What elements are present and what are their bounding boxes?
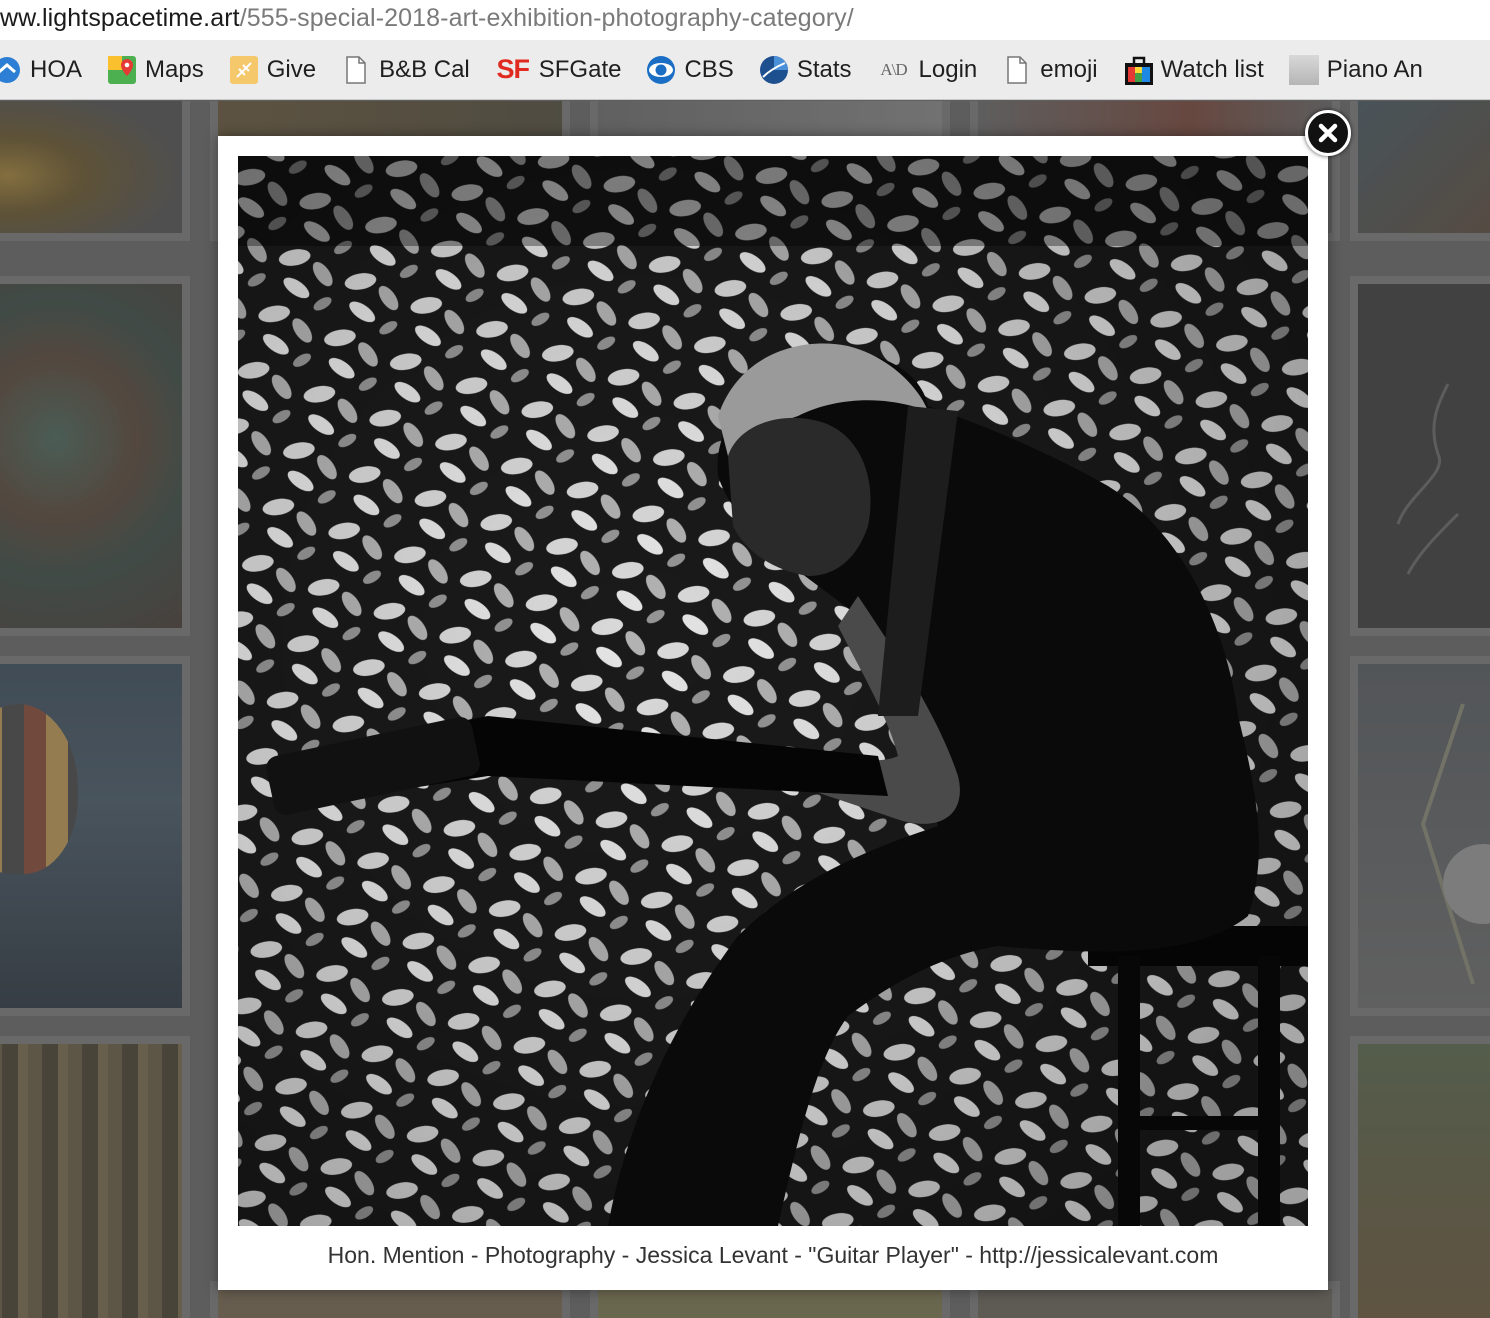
bookmark-cbs[interactable]: CBS [646,50,734,90]
cbs-eye-icon [646,55,676,85]
stats-icon [759,55,789,85]
watchlist-icon [1123,55,1153,85]
bookmark-maps[interactable]: Maps [107,50,204,90]
hoa-icon [0,55,22,85]
bookmark-label: Piano An [1326,55,1423,83]
bookmarks-bar: HOA Maps Give B&B Cal SF SFGate CBS Stat… [0,40,1490,100]
bookmark-label: HOA [30,55,83,83]
lightbox-photo [238,156,1308,1226]
bookmark-bb-cal[interactable]: B&B Cal [341,50,470,90]
bookmark-label: Give [266,55,317,83]
bookmark-emoji[interactable]: emoji [1002,50,1098,90]
ad-icon: A\D [880,59,907,79]
maps-icon [107,55,137,85]
url-host: ww.lightspacetime.art [0,3,240,32]
bookmark-sfgate[interactable]: SF SFGate [495,50,622,90]
bookmark-hoa[interactable]: HOA [0,50,82,90]
bookmark-piano[interactable]: Piano An [1288,50,1423,90]
bookmark-label: CBS [684,55,734,83]
bookmark-label: Login [918,55,978,83]
address-bar[interactable]: ww.lightspacetime.art/555-special-2018-a… [0,0,1490,40]
bookmark-label: Watch list [1160,55,1264,83]
bookmark-stats[interactable]: Stats [759,50,852,90]
lightbox-modal: Hon. Mention - Photography - Jessica Lev… [218,136,1328,1290]
bookmark-login[interactable]: A\D Login [877,50,978,90]
bookmark-watch-list[interactable]: Watch list [1123,50,1264,90]
bookmark-label: emoji [1040,55,1098,83]
page-icon [1002,55,1032,85]
close-button[interactable] [1305,110,1351,156]
bookmark-label: SFGate [538,55,622,83]
give-icon [229,55,259,85]
page-icon [341,55,371,85]
sf-icon: SF [496,54,531,84]
bookmark-label: Stats [796,55,852,83]
bookmark-label: B&B Cal [379,55,470,83]
url-text[interactable]: ww.lightspacetime.art/555-special-2018-a… [0,4,854,33]
blank-favicon-icon [1288,54,1319,85]
close-icon [1318,123,1338,143]
bookmark-give[interactable]: Give [229,50,316,90]
lightbox-caption: Hon. Mention - Photography - Jessica Lev… [327,1242,1219,1268]
url-path: /555-special-2018-art-exhibition-photogr… [239,3,854,32]
bookmark-label: Maps [145,55,204,83]
